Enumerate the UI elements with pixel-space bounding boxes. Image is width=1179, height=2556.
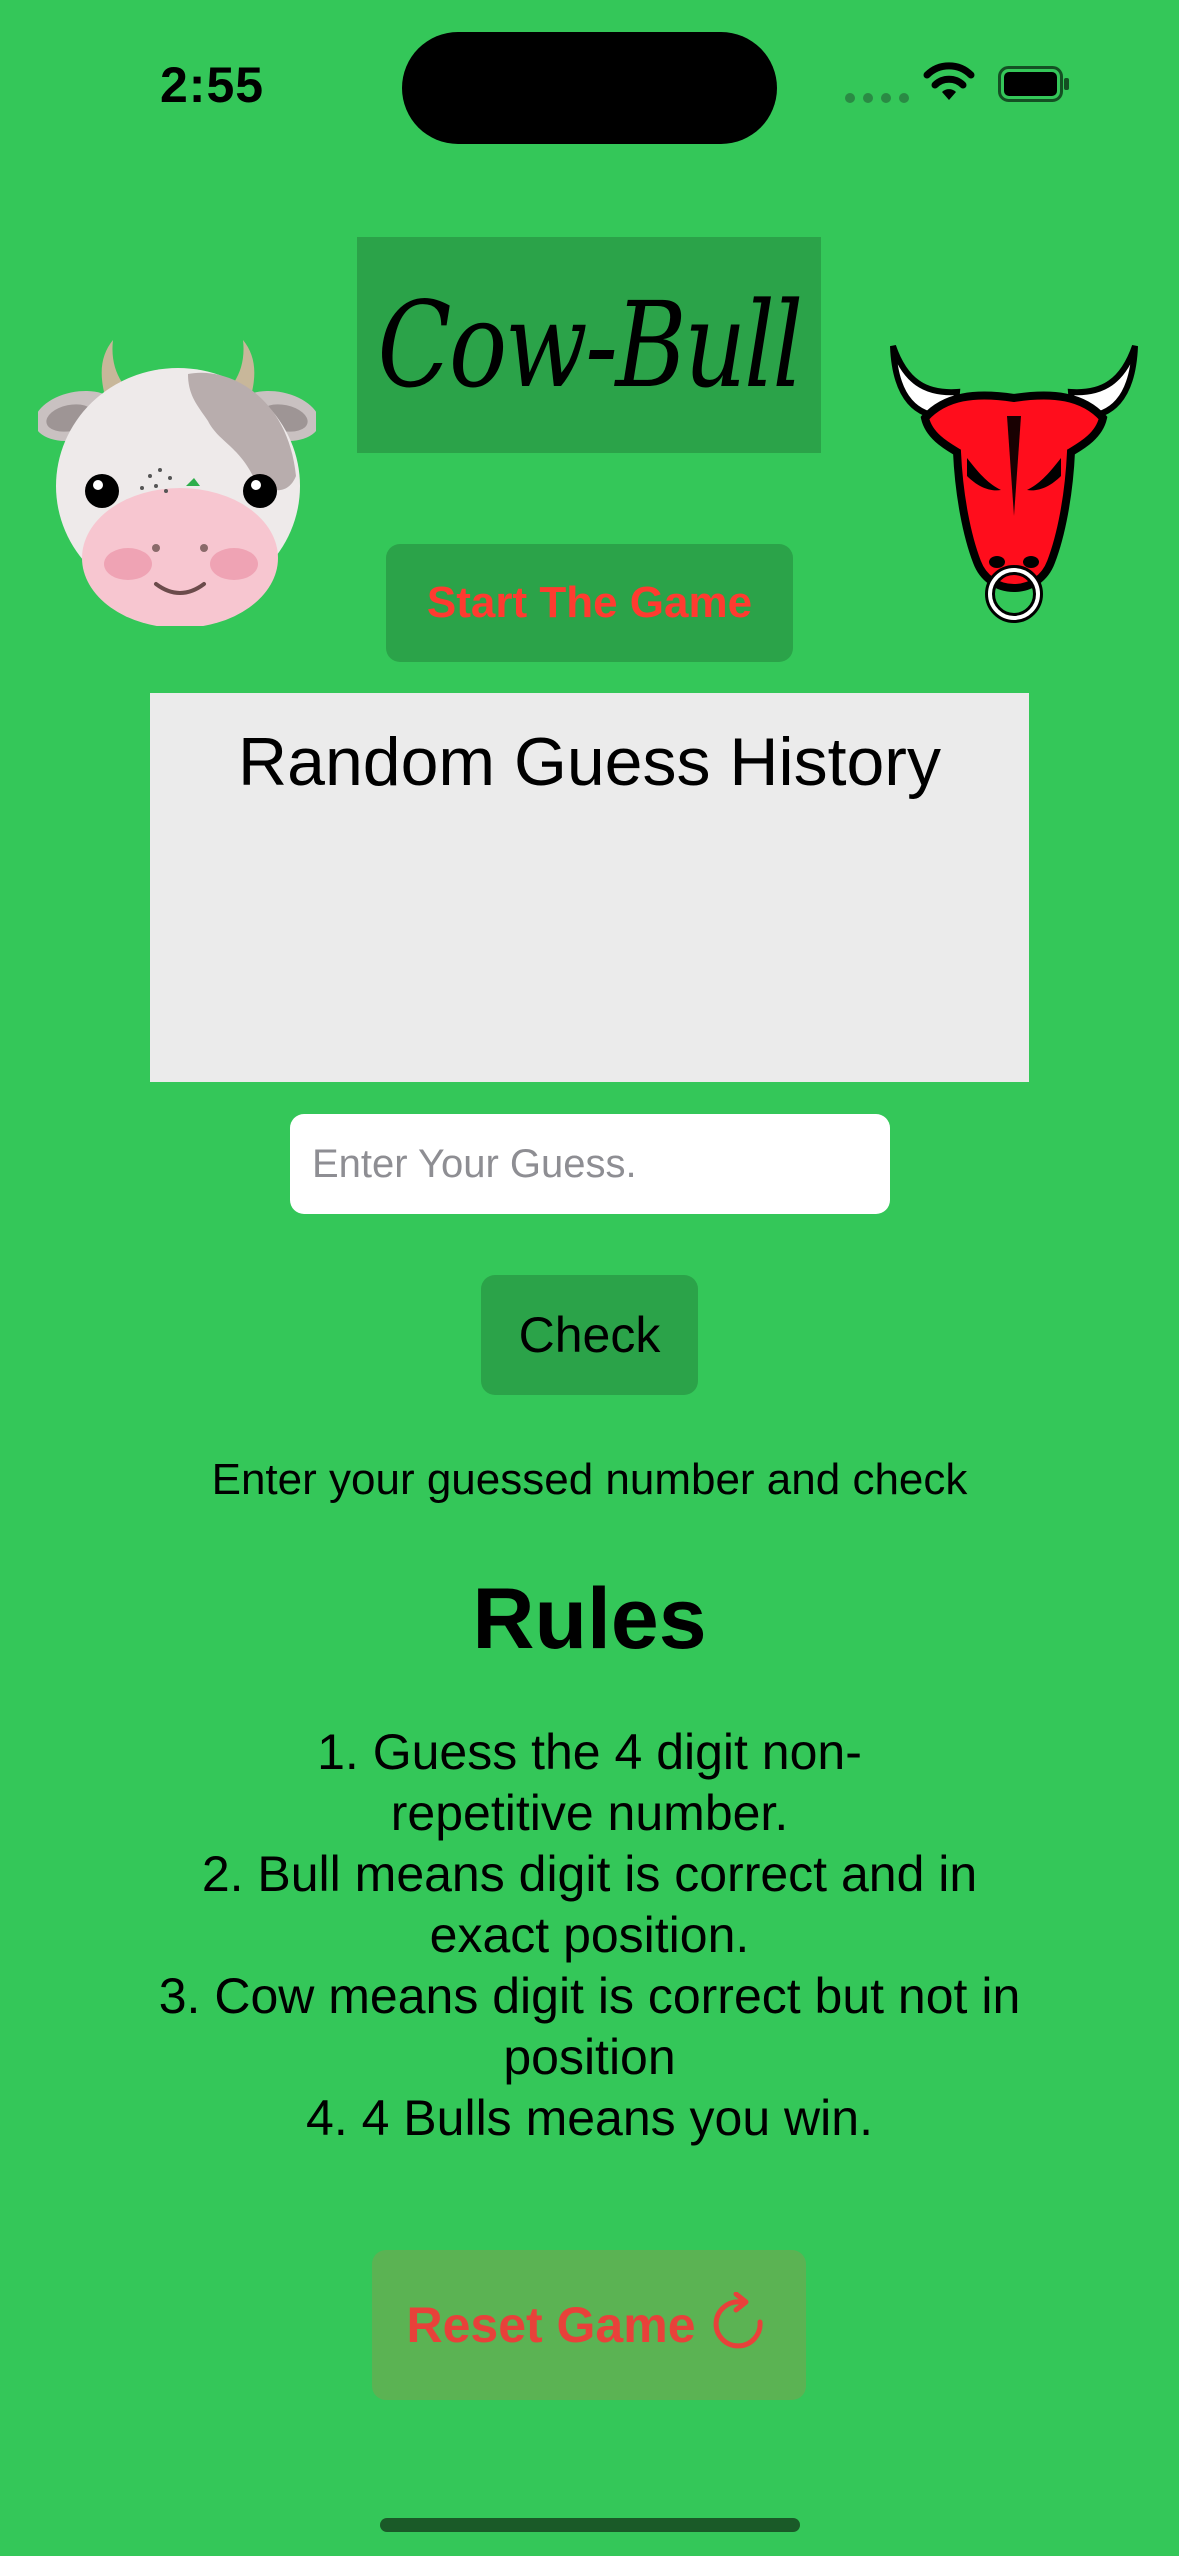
status-time: 2:55 (160, 57, 265, 113)
reset-button-label: Reset Game (406, 2297, 696, 2353)
rules-list: 1. Guess the 4 digit non-repetitive numb… (150, 1722, 1029, 2149)
rule-item: 2. Bull means digit is correct and in ex… (201, 1846, 978, 1963)
reset-game-button[interactable]: Reset Game (372, 2250, 806, 2400)
rule-item: 3. Cow means digit is correct but not in… (158, 1968, 1021, 2085)
bull-head-icon (890, 345, 1138, 623)
instruction-text: Enter your guessed number and check (211, 1455, 968, 1504)
dynamic-island (402, 32, 777, 144)
arrow-clockwise-icon (713, 2292, 763, 2349)
cow-face-icon (38, 340, 316, 626)
cellular-signal-icon (845, 93, 909, 103)
rule-item: 4. 4 Bulls means you win. (306, 2090, 873, 2146)
history-title: Random Guess History (238, 724, 941, 800)
guess-input[interactable] (290, 1114, 890, 1214)
app-title-box: Cow-Bull (357, 237, 821, 453)
start-game-button[interactable]: Start The Game (386, 544, 793, 662)
guess-history-panel: Random Guess History (150, 693, 1029, 1082)
rule-item: 1. Guess the 4 digit non-repetitive numb… (317, 1724, 862, 1841)
battery-icon (998, 66, 1069, 102)
home-indicator (380, 2518, 800, 2532)
wifi-icon (923, 62, 975, 100)
app-title: Cow-Bull (377, 276, 803, 414)
check-button[interactable]: Check (481, 1275, 698, 1395)
rules-title: Rules (472, 1571, 707, 1667)
